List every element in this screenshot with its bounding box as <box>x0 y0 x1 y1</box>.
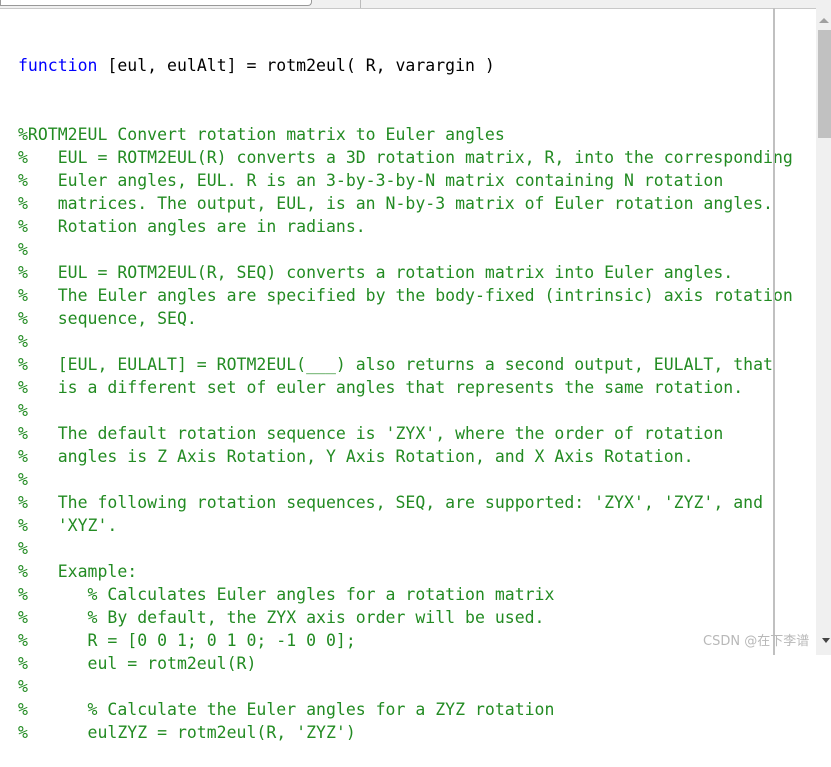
comment-line: % <box>18 240 28 259</box>
comment-line: % matrices. The output, EUL, is an N-by-… <box>18 194 773 213</box>
comment-line: % Euler angles, EUL. R is an 3-by-3-by-N… <box>18 171 724 190</box>
comment-block: %ROTM2EUL Convert rotation matrix to Eul… <box>18 123 793 744</box>
comment-line: % The default rotation sequence is 'ZYX'… <box>18 424 724 443</box>
comment-line: % <box>18 470 28 489</box>
comment-line: % Rotation angles are in radians. <box>18 217 366 236</box>
right-margin-line <box>773 8 775 655</box>
editor-tab[interactable] <box>0 0 312 6</box>
comment-line: % 'XYZ'. <box>18 516 118 535</box>
comment-line: % The Euler angles are specified by the … <box>18 286 793 305</box>
caret-down-icon <box>822 638 830 643</box>
comment-line: % R = [0 0 1; 0 1 0; -1 0 0]; <box>18 631 356 650</box>
comment-line: % eul = rotm2eul(R) <box>18 654 257 673</box>
comment-line: % % Calculates Euler angles for a rotati… <box>18 585 555 604</box>
comment-line: % is a different set of euler angles tha… <box>18 378 744 397</box>
comment-line: % Example: <box>18 562 138 581</box>
comment-line: % sequence, SEQ. <box>18 309 197 328</box>
scroll-up-arrow-icon[interactable] <box>819 18 829 23</box>
signature-text: [eul, eulAlt] = rotm2eul( R, varargin ) <box>97 56 495 75</box>
comment-line: %ROTM2EUL Convert rotation matrix to Eul… <box>18 125 505 144</box>
comment-line: % % Calculate the Euler angles for a ZYZ… <box>18 700 555 719</box>
comment-line: % <box>18 539 28 558</box>
function-signature-line: function [eul, eulAlt] = rotm2eul( R, va… <box>18 54 793 77</box>
comment-line: % eulZYZ = rotm2eul(R, 'ZYZ') <box>18 723 356 742</box>
vertical-scrollbar[interactable] <box>816 8 831 655</box>
comment-line: % <box>18 677 28 696</box>
comment-line: % <box>18 401 28 420</box>
comment-line: % EUL = ROTM2EUL(R) converts a 3D rotati… <box>18 148 793 167</box>
comment-line: % <box>18 332 28 351</box>
comment-line: % angles is Z Axis Rotation, Y Axis Rota… <box>18 447 694 466</box>
comment-line: % [EUL, EULALT] = ROTM2EUL(___) also ret… <box>18 355 773 374</box>
code-editor[interactable]: function [eul, eulAlt] = rotm2eul( R, va… <box>18 8 793 767</box>
comment-line: % % By default, the ZYX axis order will … <box>18 608 545 627</box>
function-keyword: function <box>18 56 98 75</box>
watermark: CSDN @在下李谱 <box>703 634 810 649</box>
comment-line: % The following rotation sequences, SEQ,… <box>18 493 764 512</box>
tab-divider <box>360 0 361 8</box>
scrollbar-thumb[interactable] <box>818 30 831 138</box>
comment-line: % EUL = ROTM2EUL(R, SEQ) converts a rota… <box>18 263 734 282</box>
